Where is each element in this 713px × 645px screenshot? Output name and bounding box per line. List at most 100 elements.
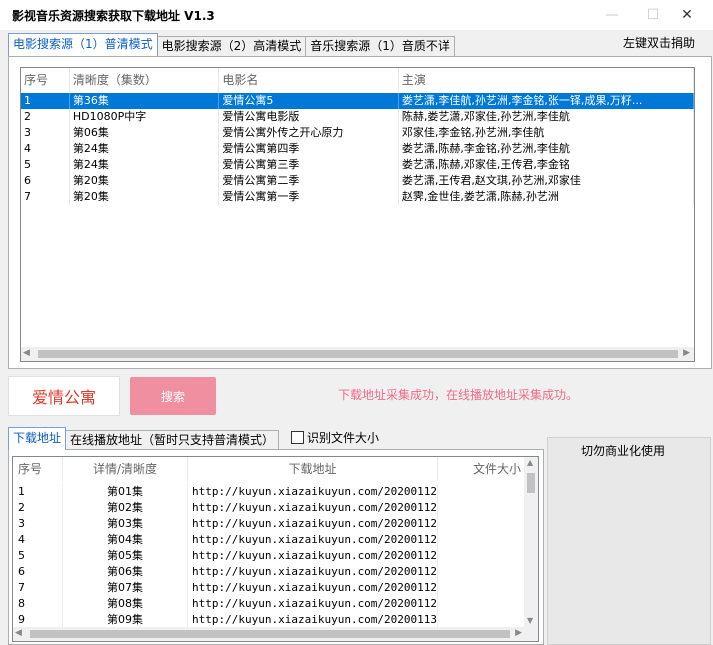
scroll-left-icon[interactable]: ◀ bbox=[15, 628, 22, 638]
movie-list-row[interactable]: 2 HD1080P中字 爱情公寓电影版 陈赫,娄艺潇,邓家佳,孙艺洲,李佳航 bbox=[21, 109, 694, 125]
download-cell-no: 9 bbox=[13, 612, 63, 628]
download-list-hscrollbar[interactable]: ◀ ▶ bbox=[13, 627, 526, 641]
donate-hint[interactable]: 左键双击捐助 bbox=[623, 34, 695, 51]
movie-list-row[interactable]: 6 第20集 爱情公寓第二季 娄艺潇,王传君,赵文琪,孙艺洲,邓家佳 bbox=[21, 173, 694, 189]
column-header-no[interactable]: 序号 bbox=[13, 457, 63, 481]
no-commercial-notice: 切勿商业化使用 bbox=[581, 444, 666, 458]
movie-cell-quality: 第36集 bbox=[70, 93, 220, 109]
tab-movie-source-1[interactable]: 电影搜索源（1）普清模式 bbox=[8, 33, 158, 56]
search-button[interactable]: 搜索 bbox=[130, 377, 216, 415]
column-header-size[interactable]: 文件大小 bbox=[438, 457, 526, 481]
file-size-checkbox[interactable] bbox=[291, 431, 304, 444]
download-list-row[interactable]: 4 第04集 http://kuyun.xiazaikuyun.com/202001… bbox=[13, 532, 526, 548]
scroll-down-icon[interactable]: ▼ bbox=[527, 616, 533, 625]
scroll-thumb[interactable] bbox=[38, 350, 678, 358]
movie-cell-quality: 第24集 bbox=[70, 157, 220, 173]
maximize-button[interactable]: ☐ bbox=[636, 4, 670, 26]
tab-music-source-1[interactable]: 音乐搜索源（1）音质不详 bbox=[305, 36, 455, 56]
download-cell-url: http://kuyun.xiazaikuyun.com/20200112... bbox=[188, 484, 438, 500]
download-cell-no: 7 bbox=[13, 580, 63, 596]
download-list-row[interactable]: 6 第06集 http://kuyun.xiazaikuyun.com/202001… bbox=[13, 564, 526, 580]
movie-cell-cast: 娄艺潇,陈赫,邓家佳,王传君,李金铭 bbox=[399, 157, 694, 173]
movie-cell-name: 爱情公寓外传之开心原力 bbox=[219, 125, 399, 141]
download-list-row[interactable]: 2 第02集 http://kuyun.xiazaikuyun.com/202001… bbox=[13, 500, 526, 516]
download-cell-no: 4 bbox=[13, 532, 63, 548]
source-tabs: 电影搜索源（1）普清模式 电影搜索源（2）高清模式 音乐搜索源（1）音质不详 bbox=[8, 33, 455, 56]
download-cell-detail: 第04集 bbox=[63, 532, 188, 548]
movie-list-row[interactable]: 5 第24集 爱情公寓第三季 娄艺潇,陈赫,邓家佳,王传君,李金铭 bbox=[21, 157, 694, 173]
column-header-detail[interactable]: 详情/清晰度 bbox=[63, 457, 188, 481]
column-header-url[interactable]: 下载地址 bbox=[188, 457, 438, 481]
column-header-name[interactable]: 电影名 bbox=[219, 68, 399, 92]
tab-movie-source-2[interactable]: 电影搜索源（2）高清模式 bbox=[156, 36, 307, 56]
download-cell-size bbox=[438, 596, 526, 612]
download-list-row[interactable]: 7 第07集 http://kuyun.xiazaikuyun.com/202001… bbox=[13, 580, 526, 596]
download-cell-no: 3 bbox=[13, 516, 63, 532]
download-cell-url: http://kuyun.xiazaikuyun.com/20200112... bbox=[188, 532, 438, 548]
movie-list-header: 序号 清晰度（集数） 电影名 主演 bbox=[21, 68, 694, 92]
download-cell-detail: 第09集 bbox=[63, 612, 188, 628]
download-list-header: 序号 详情/清晰度 下载地址 文件大小 bbox=[13, 457, 526, 481]
movie-cell-no: 6 bbox=[21, 173, 70, 189]
download-cell-size bbox=[438, 564, 526, 580]
download-list-row[interactable]: 3 第03集 http://kuyun.xiazaikuyun.com/202001… bbox=[13, 516, 526, 532]
scroll-right-icon[interactable]: ▶ bbox=[515, 628, 522, 638]
movie-cell-quality: 第06集 bbox=[70, 125, 220, 141]
download-cell-detail: 第03集 bbox=[63, 516, 188, 532]
movie-list-hscrollbar[interactable]: ◀ ▶ bbox=[21, 347, 694, 361]
result-tabs: 下载地址 在线播放地址（暂时只支持普清模式） bbox=[8, 427, 280, 450]
download-cell-url: http://kuyun.xiazaikuyun.com/20200112... bbox=[188, 516, 438, 532]
movie-cell-no: 5 bbox=[21, 157, 70, 173]
movie-cell-quality: HD1080P中字 bbox=[70, 109, 220, 125]
movie-cell-no: 2 bbox=[21, 109, 70, 125]
movie-cell-cast: 娄艺潇,陈赫,李金铭,孙艺洲,李佳航 bbox=[399, 141, 694, 157]
movie-cell-name: 爱情公寓5 bbox=[219, 93, 399, 109]
download-cell-size bbox=[438, 500, 526, 516]
close-button[interactable]: ✕ bbox=[670, 4, 704, 26]
movie-cell-name: 爱情公寓第四季 bbox=[219, 141, 399, 157]
download-cell-size bbox=[438, 532, 526, 548]
search-keyword-input[interactable]: 爱情公寓 bbox=[8, 376, 120, 416]
movie-cell-cast: 娄艺潇,李佳航,孙艺洲,李金铭,张一铎,成果,万籽... bbox=[399, 93, 694, 109]
column-header-no[interactable]: 序号 bbox=[21, 68, 70, 92]
movie-list-row[interactable]: 4 第24集 爱情公寓第四季 娄艺潇,陈赫,李金铭,孙艺洲,李佳航 bbox=[21, 141, 694, 157]
movie-list[interactable]: 序号 清晰度（集数） 电影名 主演 1 第36集 爱情公寓5 娄艺潇,李佳航,孙艺洲,… bbox=[20, 67, 695, 362]
movie-cell-cast: 邓家佳,李金铭,孙艺洲,李佳航 bbox=[399, 125, 694, 141]
download-list-row[interactable]: 9 第09集 http://kuyun.xiazaikuyun.com/202001… bbox=[13, 612, 526, 628]
scroll-right-icon[interactable]: ▶ bbox=[683, 348, 690, 358]
download-cell-detail: 第02集 bbox=[63, 500, 188, 516]
movie-cell-no: 3 bbox=[21, 125, 70, 141]
download-cell-no: 5 bbox=[13, 548, 63, 564]
download-list-row[interactable]: 8 第08集 http://kuyun.xiazaikuyun.com/202001… bbox=[13, 596, 526, 612]
column-header-cast[interactable]: 主演 bbox=[399, 68, 694, 92]
movie-list-row[interactable]: 7 第20集 爱情公寓第一季 赵霁,金世佳,娄艺潇,陈赫,孙艺洲 bbox=[21, 189, 694, 205]
status-message: 下载地址采集成功，在线播放地址采集成功。 bbox=[338, 388, 579, 402]
movie-list-row[interactable]: 3 第06集 爱情公寓外传之开心原力 邓家佳,李金铭,孙艺洲,李佳航 bbox=[21, 125, 694, 141]
tab-download-links[interactable]: 下载地址 bbox=[8, 427, 67, 450]
scroll-thumb[interactable] bbox=[30, 630, 510, 638]
movie-list-row[interactable]: 1 第36集 爱情公寓5 娄艺潇,李佳航,孙艺洲,李金铭,张一铎,成果,万籽... bbox=[21, 93, 694, 109]
download-list[interactable]: 序号 详情/清晰度 下载地址 文件大小 1 第01集 http://kuyun.xi… bbox=[12, 456, 539, 642]
download-list-vscrollbar[interactable]: ▲ ▼ bbox=[524, 457, 538, 641]
movie-cell-name: 爱情公寓电影版 bbox=[219, 109, 399, 125]
movie-cell-no: 1 bbox=[21, 93, 70, 109]
tab-online-play-links[interactable]: 在线播放地址（暂时只支持普清模式） bbox=[65, 430, 280, 450]
movie-cell-name: 爱情公寓第二季 bbox=[219, 173, 399, 189]
column-header-quality[interactable]: 清晰度（集数） bbox=[70, 68, 220, 92]
movie-cell-cast: 陈赫,娄艺潇,邓家佳,孙艺洲,李佳航 bbox=[399, 109, 694, 125]
scroll-left-icon[interactable]: ◀ bbox=[23, 348, 30, 358]
movie-cell-no: 7 bbox=[21, 189, 70, 205]
download-cell-detail: 第06集 bbox=[63, 564, 188, 580]
download-cell-no: 1 bbox=[13, 484, 63, 500]
file-size-option[interactable]: 识别文件大小 bbox=[291, 429, 379, 446]
scroll-up-icon[interactable]: ▲ bbox=[527, 458, 533, 467]
minimize-button[interactable]: — bbox=[595, 4, 629, 26]
download-cell-size bbox=[438, 484, 526, 500]
movie-cell-no: 4 bbox=[21, 141, 70, 157]
scroll-thumb[interactable] bbox=[527, 473, 535, 493]
download-cell-size bbox=[438, 548, 526, 564]
movie-cell-cast: 娄艺潇,王传君,赵文琪,孙艺洲,邓家佳 bbox=[399, 173, 694, 189]
download-cell-size bbox=[438, 516, 526, 532]
download-list-row[interactable]: 5 第05集 http://kuyun.xiazaikuyun.com/202001… bbox=[13, 548, 526, 564]
download-list-row[interactable]: 1 第01集 http://kuyun.xiazaikuyun.com/202001… bbox=[13, 484, 526, 500]
